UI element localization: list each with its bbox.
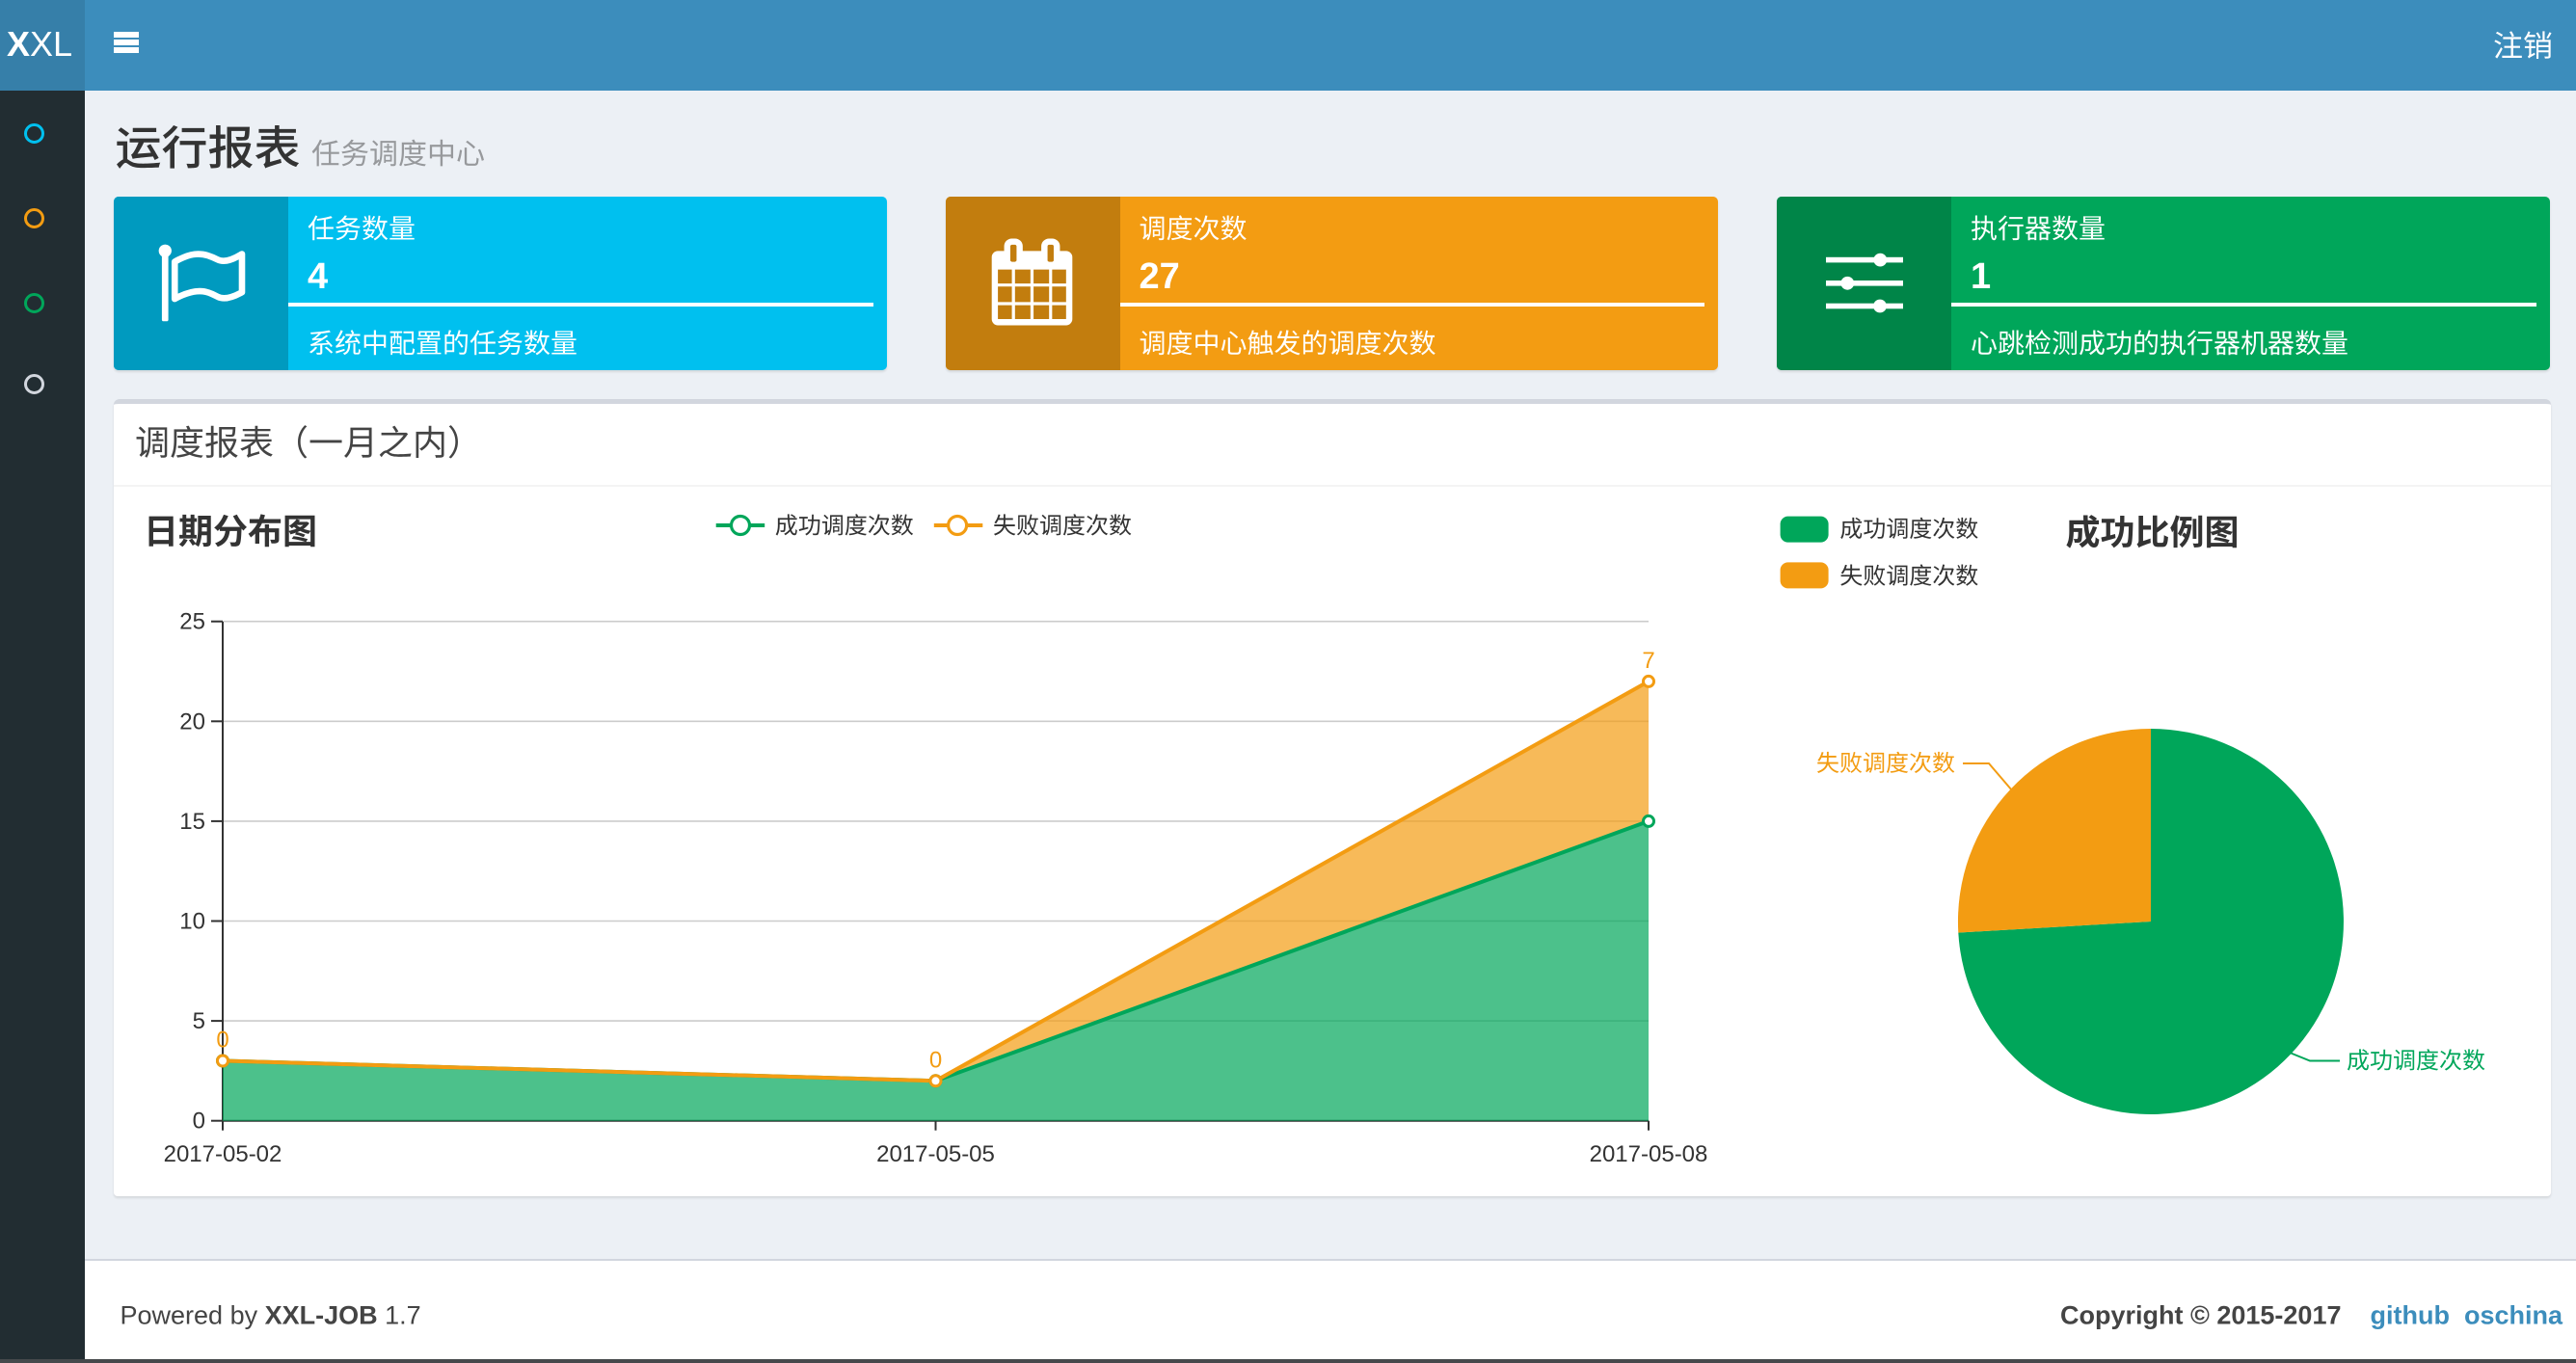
svg-text:4: 4: [308, 256, 328, 297]
svg-text:25: 25: [179, 609, 205, 635]
svg-text:7: 7: [1642, 648, 1654, 674]
svg-text:1: 1: [1971, 256, 1991, 297]
svg-text:0: 0: [216, 1028, 228, 1054]
svg-text:5: 5: [193, 1008, 205, 1034]
svg-text:2017-05-08: 2017-05-08: [1590, 1141, 1708, 1167]
svg-text:2017-05-02: 2017-05-02: [164, 1141, 282, 1167]
svg-text:2017-05-05: 2017-05-05: [876, 1141, 995, 1167]
svg-text:Powered by XXL-JOB 1.7: Powered by XXL-JOB 1.7: [121, 1301, 421, 1330]
svg-text:0: 0: [929, 1047, 942, 1073]
svg-text:Copyright © 2015-2017 githu: Copyright © 2015-2017 github oschina: [2060, 1301, 2563, 1330]
svg-text:27: 27: [1140, 256, 1180, 297]
svg-text:20: 20: [179, 708, 205, 735]
svg-text:0: 0: [193, 1109, 205, 1135]
svg-text:10: 10: [179, 909, 205, 935]
svg-text:15: 15: [179, 809, 205, 835]
